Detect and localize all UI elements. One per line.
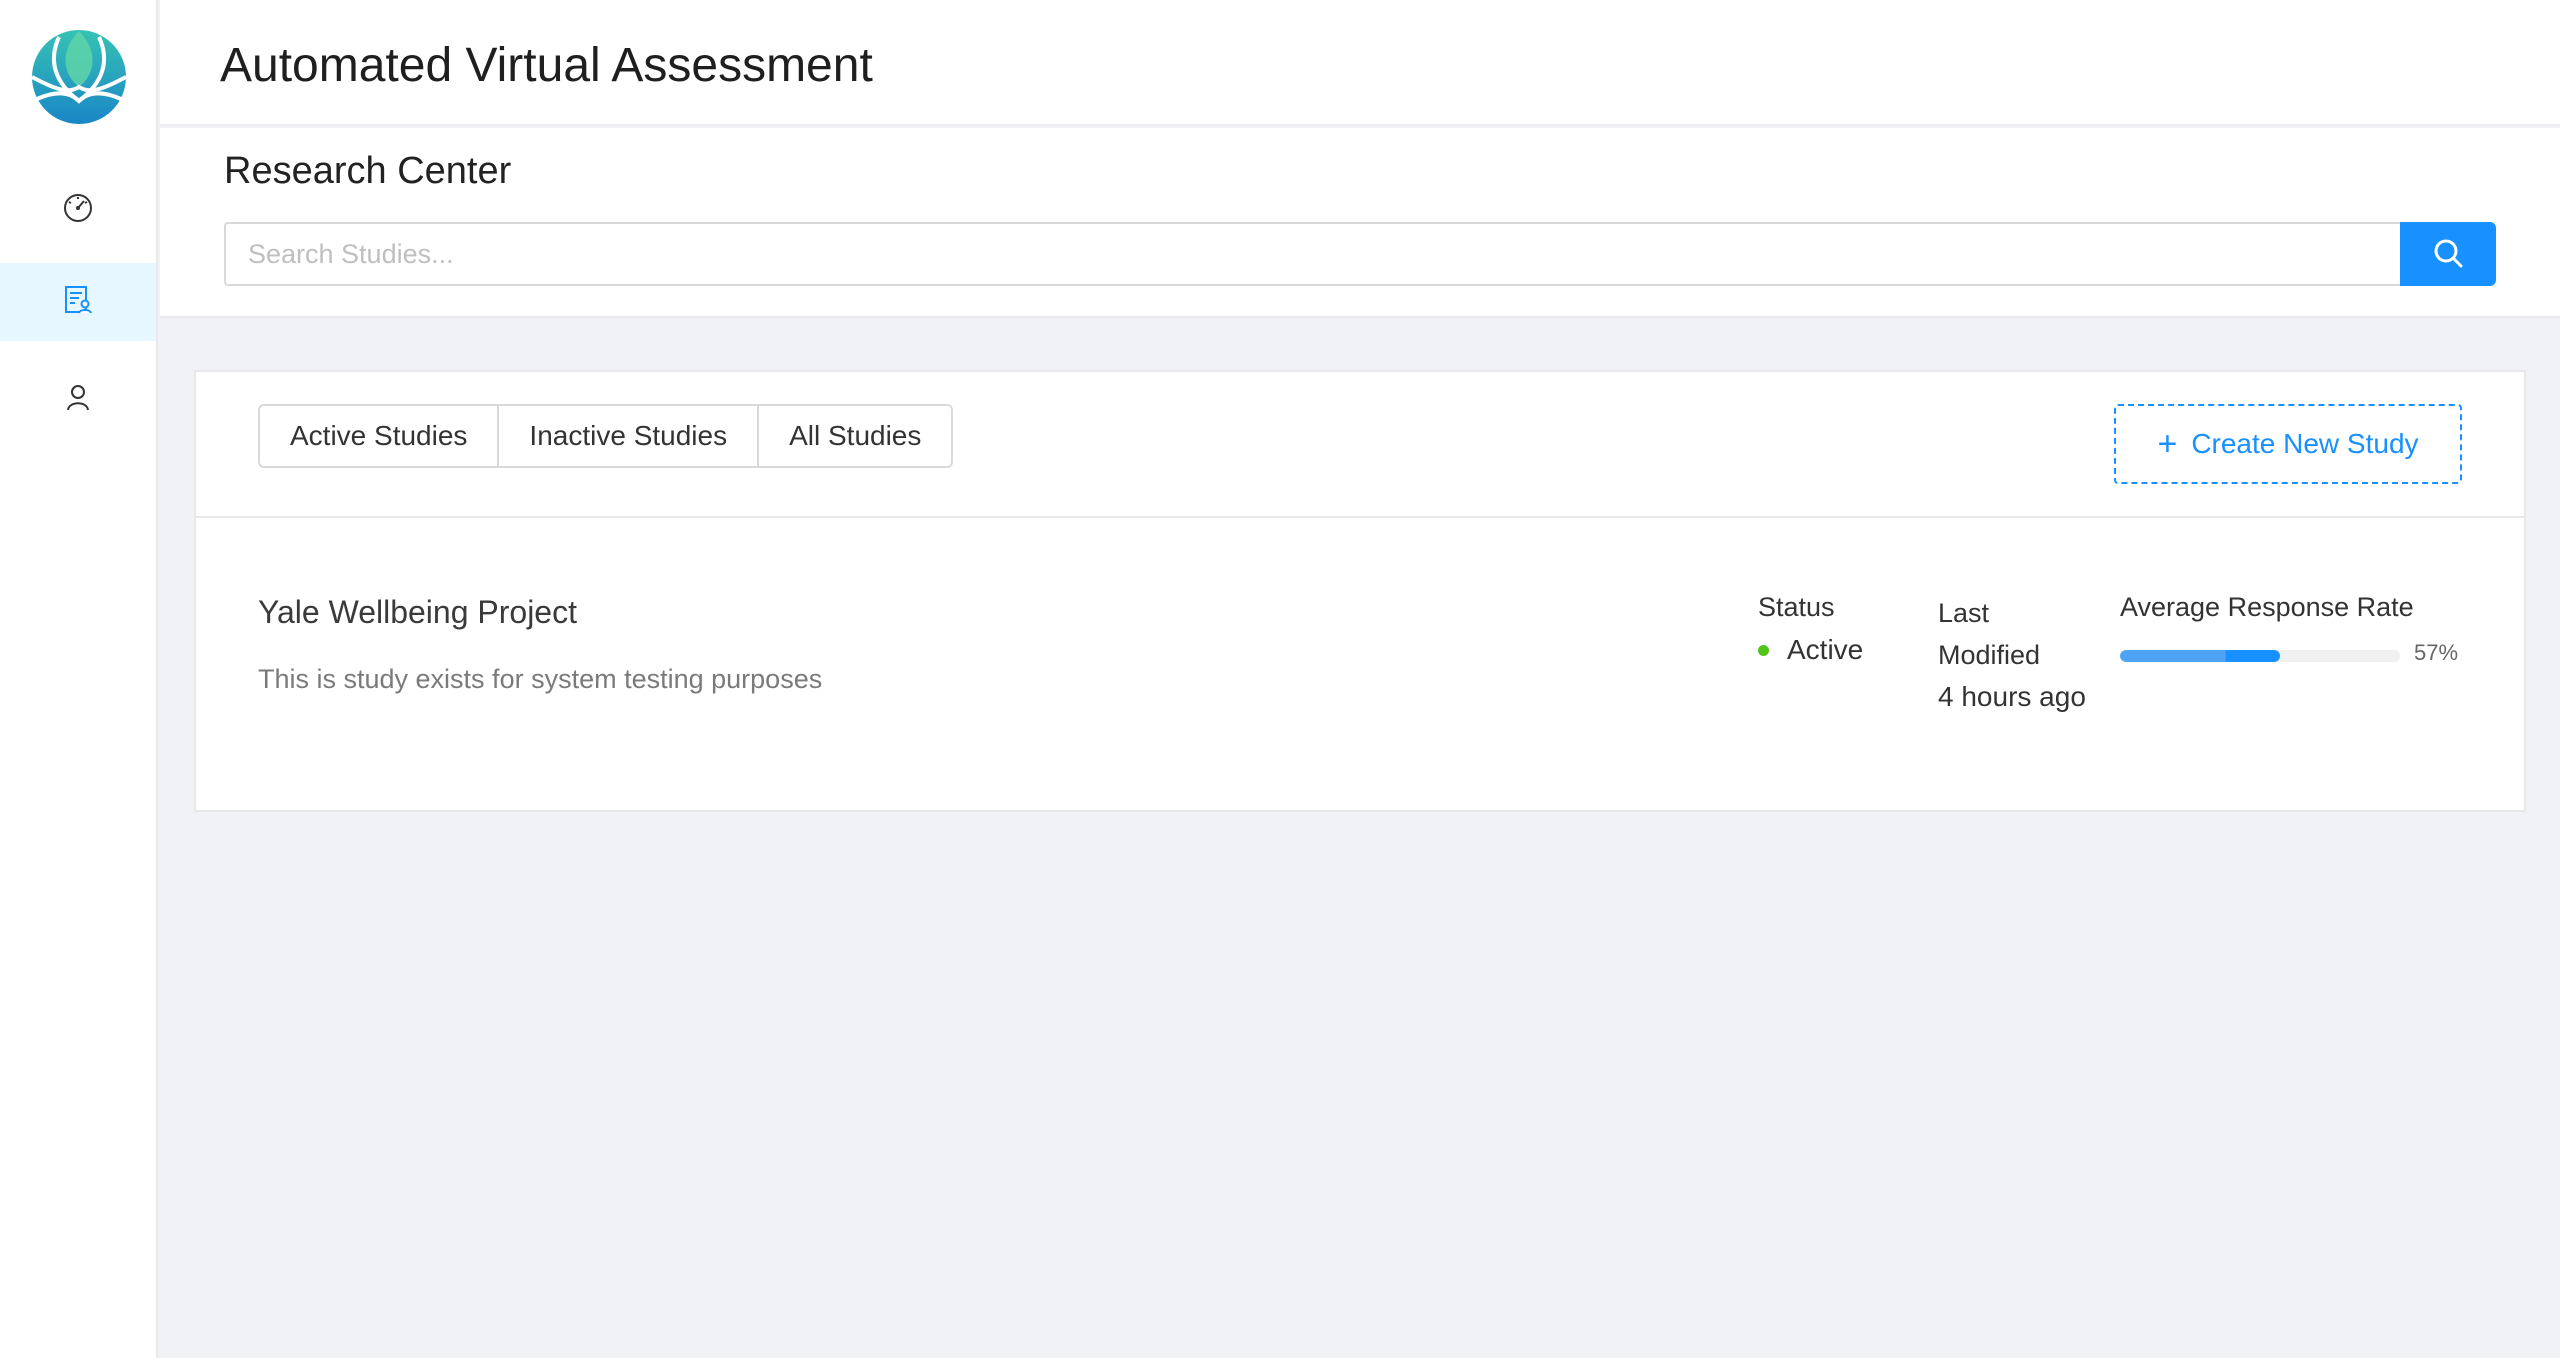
- sidebar-item-dashboard[interactable]: [0, 170, 156, 248]
- create-new-study-label: Create New Study: [2191, 428, 2419, 459]
- tab-inactive-studies[interactable]: Inactive Studies: [497, 404, 760, 468]
- status-value: Active: [1787, 634, 1864, 665]
- plus-icon: +: [2157, 425, 2178, 463]
- status-badge: Active: [1758, 634, 1863, 666]
- last-modified-value: 4 hours ago: [1938, 681, 2086, 712]
- create-new-study-button[interactable]: + Create New Study: [2114, 404, 2462, 484]
- response-rate-progress-fill: [2120, 650, 2280, 662]
- app-root: Automated Virtual Assessment Research Ce…: [0, 0, 2560, 1358]
- status-dot: [1758, 644, 1769, 656]
- last-modified-label: Last Modified: [1938, 598, 2041, 670]
- speedometer-icon: [61, 190, 95, 229]
- study-description: This is study exists for system testing …: [258, 664, 823, 694]
- tab-active-studies[interactable]: Active Studies: [258, 404, 500, 468]
- page-title: Research Center: [224, 150, 512, 192]
- sidebar-item-studies[interactable]: [0, 263, 156, 341]
- research-center-panel: Research Center: [160, 128, 2560, 318]
- search-icon: [2431, 236, 2465, 273]
- sidebar-item-profile[interactable]: [0, 360, 156, 438]
- user-icon: [61, 380, 95, 419]
- search-bar: [224, 222, 2560, 286]
- study-document-icon: [61, 283, 95, 322]
- response-rate-progress-bar: [2120, 650, 2400, 662]
- status-label: Status: [1758, 592, 1835, 622]
- study-filter-tabs: Active Studies Inactive Studies All Stud…: [258, 404, 954, 468]
- response-rate-percent: 57%: [2414, 640, 2459, 665]
- tab-all-studies[interactable]: All Studies: [757, 404, 954, 468]
- response-rate-label: Average Response Rate: [2120, 592, 2414, 622]
- search-button[interactable]: [2400, 222, 2496, 286]
- app-logo[interactable]: [31, 29, 127, 125]
- sidebar: [0, 0, 158, 1358]
- card-divider: [196, 516, 2524, 518]
- studies-card: Active Studies Inactive Studies All Stud…: [194, 370, 2526, 812]
- app-title: Automated Virtual Assessment: [220, 39, 873, 92]
- study-title[interactable]: Yale Wellbeing Project: [258, 594, 577, 631]
- top-header: Automated Virtual Assessment: [160, 0, 2560, 126]
- search-input[interactable]: [224, 222, 2400, 286]
